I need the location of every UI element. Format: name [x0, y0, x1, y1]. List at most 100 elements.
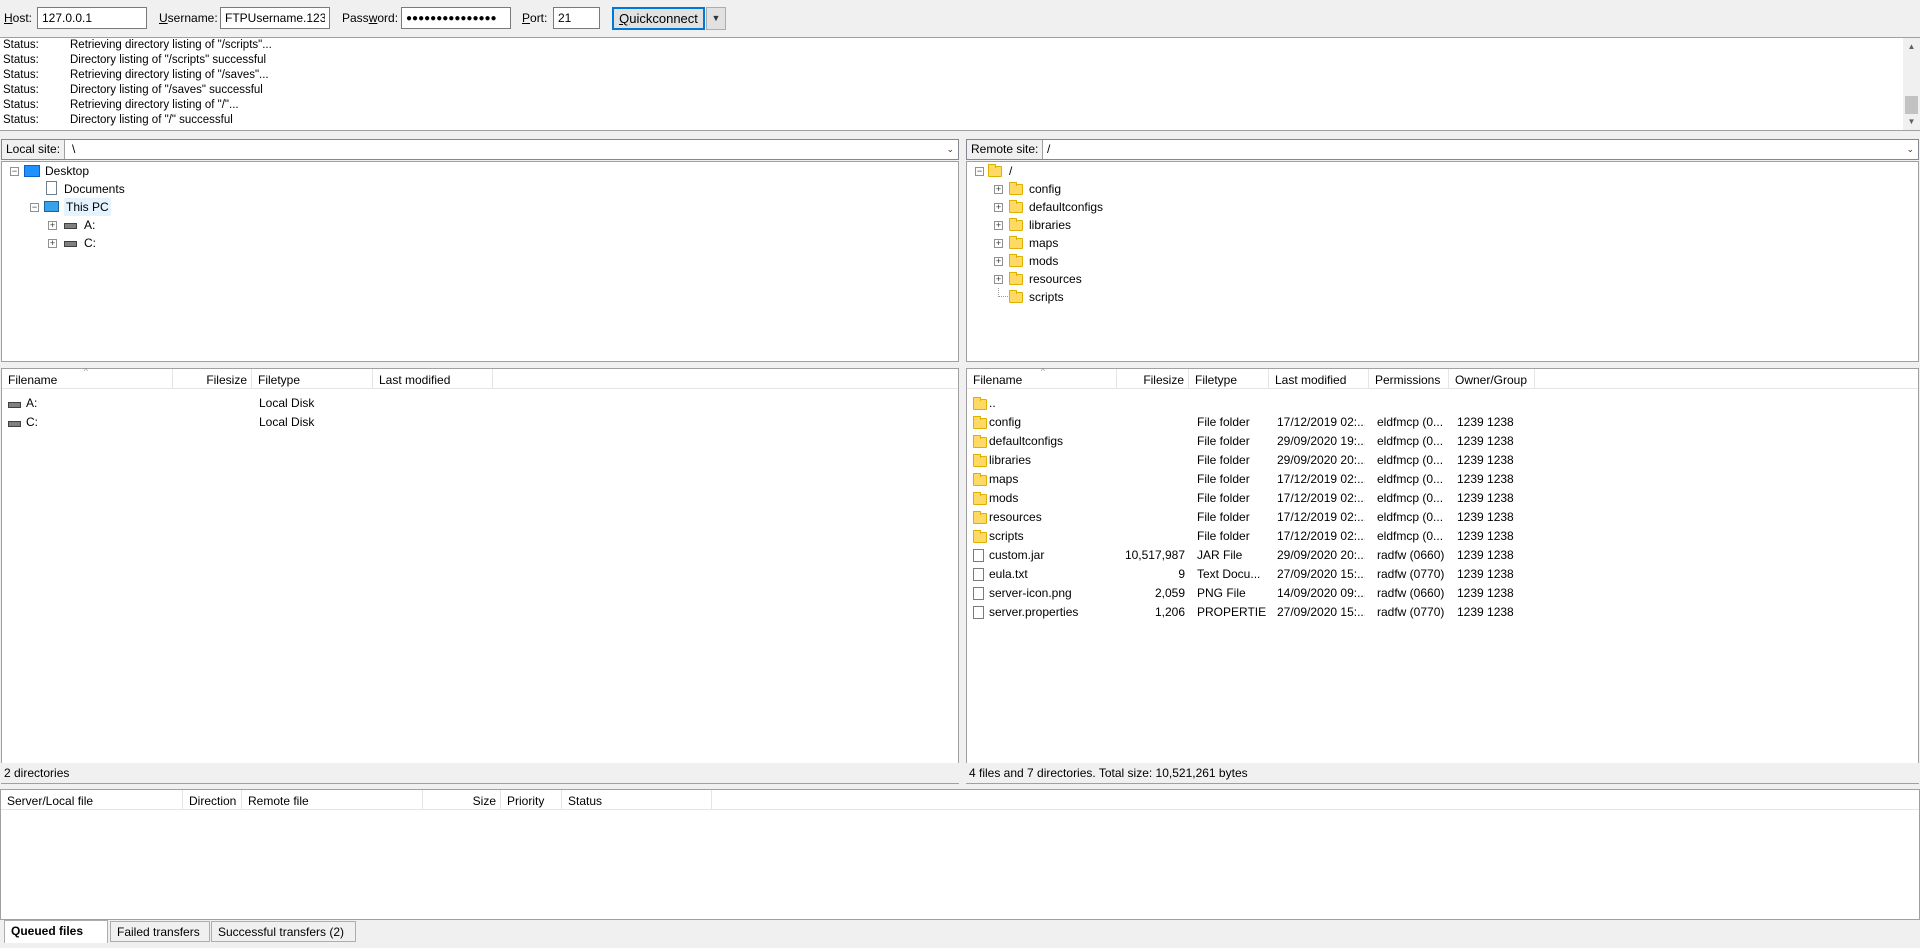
tree-item-mods[interactable]: mods — [1029, 252, 1058, 270]
file-modified: 14/09/2020 09:... — [1277, 586, 1365, 600]
column-header-priority[interactable]: Priority — [501, 790, 562, 810]
expand-icon[interactable]: + — [994, 275, 1003, 284]
host-input[interactable] — [37, 7, 147, 29]
table-row[interactable]: libraries File folder 29/09/2020 20:... eld… — [967, 451, 1918, 470]
expand-icon[interactable]: + — [48, 239, 57, 248]
remote-site-path-input[interactable]: / — [1047, 140, 1050, 159]
quickconnect-button[interactable]: Quickconnect — [612, 7, 705, 30]
file-size: 10,517,987 — [1124, 548, 1185, 562]
message-log[interactable]: Status: Retrieving directory listing of "… — [0, 37, 1920, 131]
folder-icon — [973, 511, 987, 524]
tree-item-scripts[interactable]: scripts — [1029, 288, 1064, 306]
folder-icon — [973, 473, 987, 486]
collapse-icon[interactable]: − — [10, 167, 19, 176]
remote-status: 4 files and 7 directories. Total size: 1… — [966, 763, 1919, 783]
quickconnect-dropdown-button[interactable]: ▼ — [706, 7, 726, 30]
log-message: Retrieving directory listing of "/"... — [70, 99, 239, 111]
column-header-remote-file[interactable]: Remote file — [242, 790, 423, 810]
file-type: PNG File — [1197, 586, 1246, 600]
file-icon — [973, 549, 984, 562]
quickconnect-bar: Host: Username: Password: Port: Quickcon… — [0, 0, 1920, 36]
table-row[interactable]: custom.jar 10,517,987 JAR File 29/09/2020 2… — [967, 546, 1918, 565]
tab-queued-files[interactable]: Queued files — [4, 920, 108, 943]
collapse-icon[interactable]: − — [30, 203, 39, 212]
column-header-owner-group[interactable]: Owner/Group — [1449, 369, 1535, 389]
local-tree[interactable]: − Desktop Documents − This PC + A: + C: — [1, 161, 959, 362]
remote-site-bar: Remote site: / ⌄ — [966, 139, 1919, 160]
tree-item-desktop[interactable]: Desktop — [45, 162, 89, 180]
desktop-icon — [24, 165, 40, 177]
expand-icon[interactable]: + — [48, 221, 57, 230]
scroll-thumb[interactable] — [1905, 96, 1918, 114]
table-row[interactable]: .. — [967, 394, 1918, 413]
column-header-filetype[interactable]: Filetype — [1189, 369, 1269, 389]
table-row[interactable]: server.properties 1,206 PROPERTIE... 27/09/… — [967, 603, 1918, 622]
local-file-list[interactable]: Filename ^ Filesize Filetype Last modifi… — [1, 367, 959, 784]
chevron-down-icon[interactable]: ⌄ — [1906, 144, 1914, 155]
file-permissions: radfw (0770) — [1377, 605, 1445, 619]
column-header-server-local-file[interactable]: Server/Local file — [1, 790, 183, 810]
column-header-size[interactable]: Size — [423, 790, 501, 810]
column-header-filesize[interactable]: Filesize — [173, 369, 252, 389]
tree-item-config[interactable]: config — [1029, 180, 1061, 198]
column-header-last-modified[interactable]: Last modified — [1269, 369, 1369, 389]
tree-item-defaultconfigs[interactable]: defaultconfigs — [1029, 198, 1103, 216]
table-row[interactable]: A: Local Disk — [2, 394, 958, 413]
file-size: 9 — [1178, 567, 1185, 581]
column-header-status[interactable]: Status — [562, 790, 712, 810]
expand-icon[interactable]: + — [994, 203, 1003, 212]
table-row[interactable]: resources File folder 17/12/2019 02:... eld… — [967, 508, 1918, 527]
expand-icon[interactable]: + — [994, 239, 1003, 248]
tab-successful-transfers[interactable]: Successful transfers (2) — [211, 921, 356, 942]
file-name: scripts — [989, 529, 1024, 543]
transfer-queue[interactable]: Server/Local file Direction Remote file … — [0, 789, 1920, 920]
table-row[interactable]: defaultconfigs File folder 29/09/2020 19:.… — [967, 432, 1918, 451]
file-icon — [973, 606, 984, 619]
port-input[interactable] — [553, 7, 600, 29]
tree-item-maps[interactable]: maps — [1029, 234, 1058, 252]
tab-failed-transfers[interactable]: Failed transfers — [110, 921, 210, 942]
table-row[interactable]: mods File folder 17/12/2019 02:... eldfmcp … — [967, 489, 1918, 508]
file-modified: 17/12/2019 02:... — [1277, 491, 1365, 505]
expand-icon[interactable]: + — [994, 185, 1003, 194]
column-header-permissions[interactable]: Permissions — [1369, 369, 1449, 389]
scroll-down-icon[interactable]: ▼ — [1903, 113, 1920, 130]
log-scrollbar[interactable]: ▲ ▼ — [1903, 38, 1920, 130]
chevron-down-icon[interactable]: ⌄ — [946, 144, 954, 155]
file-permissions: radfw (0660) — [1377, 586, 1445, 600]
expand-icon[interactable]: + — [994, 221, 1003, 230]
table-row[interactable]: maps File folder 17/12/2019 02:... eldfmcp … — [967, 470, 1918, 489]
table-row[interactable]: eula.txt 9 Text Docu... 27/09/2020 15:... ra… — [967, 565, 1918, 584]
local-site-path-input[interactable]: \ — [72, 140, 75, 159]
tree-item-a[interactable]: A: — [84, 216, 95, 234]
tree-item-documents[interactable]: Documents — [64, 180, 125, 198]
column-header-last-modified[interactable]: Last modified — [373, 369, 493, 389]
column-header-direction[interactable]: Direction — [183, 790, 242, 810]
username-input[interactable] — [220, 7, 330, 29]
tree-item-root[interactable]: / — [1009, 162, 1012, 180]
tree-item-c[interactable]: C: — [84, 234, 96, 252]
remote-tree[interactable]: − / + config + defaultconfigs + libraries + map… — [966, 161, 1919, 362]
folder-icon — [1009, 182, 1023, 195]
column-header-filetype[interactable]: Filetype — [252, 369, 373, 389]
folder-icon — [973, 492, 987, 505]
scroll-up-icon[interactable]: ▲ — [1903, 38, 1920, 55]
folder-icon — [1009, 236, 1023, 249]
remote-file-list[interactable]: Filename ^ Filesize Filetype Last modifi… — [966, 367, 1919, 784]
column-header-filesize[interactable]: Filesize — [1117, 369, 1189, 389]
drive-icon — [8, 402, 21, 408]
table-row[interactable]: C: Local Disk — [2, 413, 958, 432]
collapse-icon[interactable]: − — [975, 167, 984, 176]
file-permissions: eldfmcp (0... — [1377, 510, 1444, 524]
file-permissions: eldfmcp (0... — [1377, 453, 1444, 467]
tree-item-libraries[interactable]: libraries — [1029, 216, 1071, 234]
table-row[interactable]: scripts File folder 17/12/2019 02:... eldfm… — [967, 527, 1918, 546]
password-input[interactable] — [401, 7, 511, 29]
tree-item-this-pc[interactable]: This PC — [64, 198, 111, 216]
tree-item-resources[interactable]: resources — [1029, 270, 1082, 288]
table-row[interactable]: server-icon.png 2,059 PNG File 14/09/2020 0… — [967, 584, 1918, 603]
file-owner: 1239 1238 — [1457, 510, 1514, 524]
table-row[interactable]: config File folder 17/12/2019 02:... eldfmc… — [967, 413, 1918, 432]
file-permissions: radfw (0660) — [1377, 548, 1445, 562]
expand-icon[interactable]: + — [994, 257, 1003, 266]
